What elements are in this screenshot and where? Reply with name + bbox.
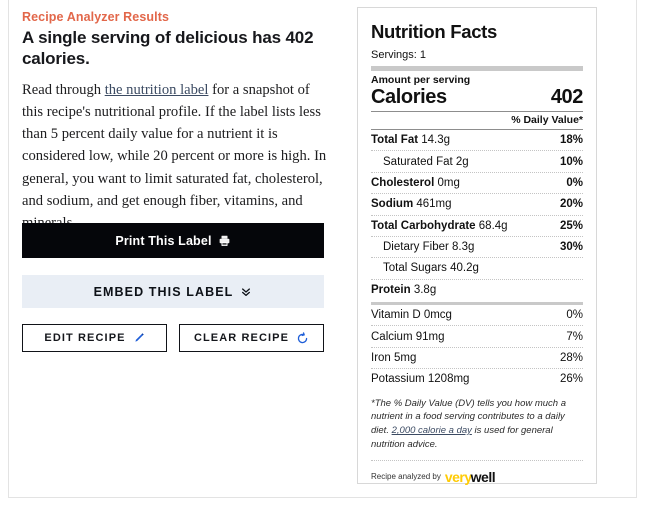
vitamin-row: Potassium 1208mg 26%	[371, 369, 583, 389]
vitamin-name: Calcium 91mg	[371, 330, 445, 343]
nutrient-daily-value: 25%	[559, 219, 583, 232]
calories-label: Calories	[371, 86, 447, 108]
nutrient-name: Total Sugars 40.2g	[383, 262, 479, 275]
embed-this-label-button[interactable]: EMBED THIS LABEL	[22, 275, 324, 308]
nutrient-daily-value: 20%	[559, 198, 583, 211]
nutrient-row: Cholesterol 0mg 0%	[371, 173, 583, 195]
vitamin-row: Calcium 91mg 7%	[371, 326, 583, 348]
embed-button-label: EMBED THIS LABEL	[93, 284, 234, 299]
credit-label: Recipe analyzed by	[371, 472, 441, 482]
nutrition-facts-title: Nutrition Facts	[371, 21, 498, 42]
servings-line: Servings: 1	[371, 49, 583, 61]
nutrient-row: Sodium 461mg 20%	[371, 194, 583, 216]
vitamin-daily-value: 26%	[559, 373, 583, 386]
vitamin-row: Vitamin D 0mcg 0%	[371, 305, 583, 327]
nutrient-row: Total Fat 14.3g 18%	[371, 130, 583, 152]
printer-icon	[218, 235, 231, 247]
clear-recipe-button[interactable]: CLEAR RECIPE	[179, 324, 324, 352]
nutrient-name: Cholesterol 0mg	[371, 176, 460, 189]
verywell-logo: verywell	[444, 468, 496, 485]
nutrient-name: Total Carbohydrate 68.4g	[371, 219, 508, 232]
vitamin-rows: Vitamin D 0mcg 0% Calcium 91mg 7% Iron 5mg 28…	[371, 305, 583, 390]
chevron-double-down-icon	[240, 286, 252, 298]
servings-label: Servings:	[371, 49, 417, 61]
vitamin-name: Vitamin D 0mcg	[371, 309, 452, 322]
pencil-icon	[133, 332, 145, 344]
servings-value: 1	[419, 49, 427, 61]
refresh-circle-icon	[296, 331, 309, 345]
recipe-credit: Recipe analyzed by verywell	[371, 459, 583, 485]
nutrient-row: Protein 3.8g	[371, 280, 583, 300]
nutrient-daily-value: 30%	[559, 241, 583, 254]
vitamin-row: Iron 5mg 28%	[371, 348, 583, 370]
calorie-a-day-link[interactable]: 2,000 calorie a day	[392, 425, 472, 436]
vitamin-name: Potassium 1208mg	[371, 373, 470, 386]
paragraph-text-after-link: for a snapshot of this recipe's nutritio…	[22, 81, 327, 231]
recipe-analyzer-page: Recipe Analyzer Results A single serving…	[0, 0, 645, 510]
daily-value-header: % Daily Value*	[511, 114, 583, 126]
vitamin-daily-value: 7%	[566, 330, 583, 343]
calories-row: Calories 402	[371, 86, 583, 111]
nutrition-facts-label: Nutrition Facts Servings: 1 Amount per s…	[357, 7, 597, 485]
nutrient-daily-value: 0%	[566, 176, 583, 189]
vitamin-name: Iron 5mg	[371, 351, 417, 364]
results-text-column: Recipe Analyzer Results A single serving…	[22, 10, 332, 234]
logo-well-text: well	[470, 468, 496, 485]
description-paragraph: Read through the nutrition label for a s…	[22, 79, 332, 234]
amount-per-serving-label: Amount per serving	[371, 74, 471, 86]
nutrient-row: Total Carbohydrate 68.4g 25%	[371, 216, 583, 237]
vitamin-daily-value: 0%	[566, 309, 583, 322]
print-this-label-button[interactable]: Print This Label	[22, 223, 324, 258]
nutrient-rows: Total Fat 14.3g 18% Saturated Fat 2g 10% Cho…	[371, 130, 583, 300]
print-button-label: Print This Label	[115, 233, 212, 248]
nutrient-row: Dietary Fiber 8.3g 30%	[371, 237, 583, 259]
daily-value-footnote: *The % Daily Value (DV) tells you how mu…	[371, 390, 583, 460]
recipe-action-buttons: EDIT RECIPE CLEAR RECIPE	[22, 324, 324, 352]
edit-recipe-button[interactable]: EDIT RECIPE	[22, 324, 167, 352]
logo-very-text: very	[444, 468, 472, 485]
nutrient-name: Protein 3.8g	[371, 283, 437, 296]
nutrient-row: Total Sugars 40.2g	[371, 258, 583, 280]
nutrient-name: Dietary Fiber 8.3g	[383, 241, 475, 254]
nutrition-label-link[interactable]: the nutrition label	[105, 82, 209, 98]
nutrient-daily-value: 18%	[559, 134, 583, 147]
calories-value: 402	[550, 86, 584, 108]
clear-recipe-label: CLEAR RECIPE	[193, 332, 290, 344]
nutrient-name: Sodium 461mg	[371, 198, 452, 211]
page-title: A single serving of delicious has 402 ca…	[22, 28, 314, 69]
nutrient-daily-value: 10%	[559, 155, 583, 168]
paragraph-text-before-link: Read through	[22, 81, 105, 98]
edit-recipe-label: EDIT RECIPE	[44, 332, 126, 344]
nutrient-name: Saturated Fat 2g	[383, 155, 469, 168]
vitamin-daily-value: 28%	[559, 351, 583, 364]
nutrient-row: Saturated Fat 2g 10%	[371, 151, 583, 173]
results-kicker: Recipe Analyzer Results	[22, 10, 170, 24]
nutrient-name: Total Fat 14.3g	[371, 134, 451, 147]
content-frame-bottom-border	[8, 497, 637, 498]
